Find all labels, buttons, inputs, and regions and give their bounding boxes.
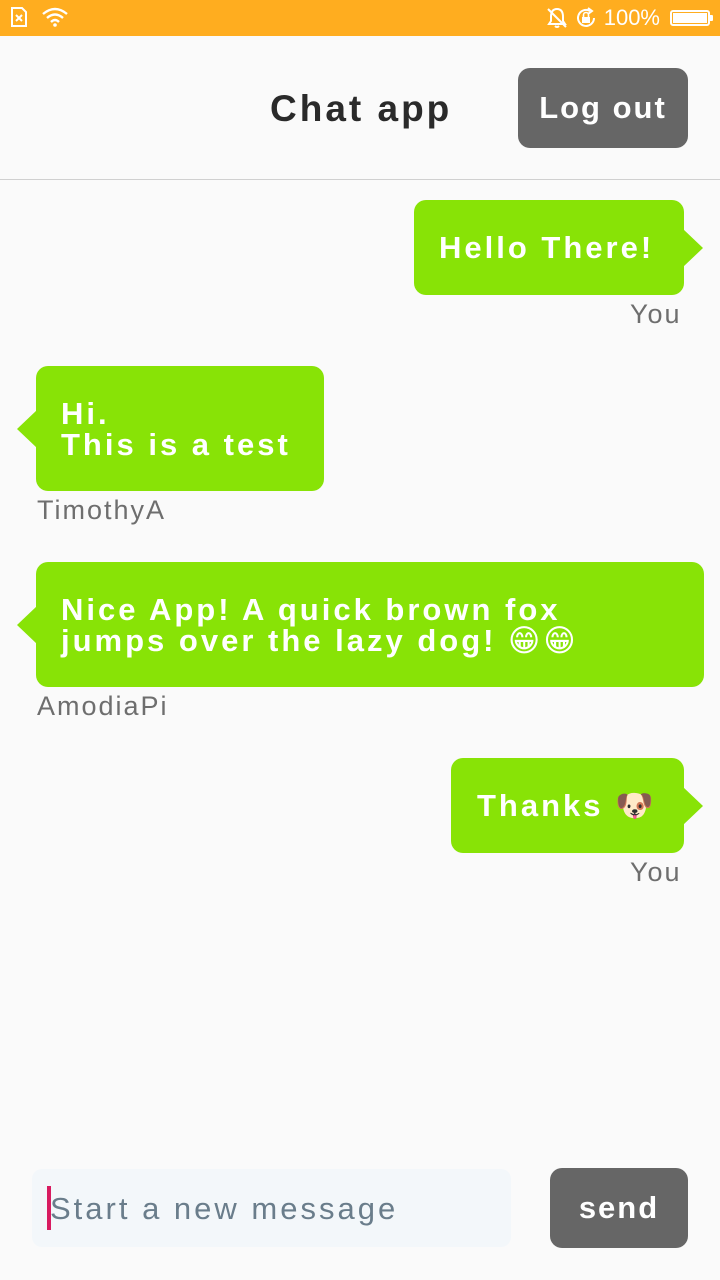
message-input[interactable]: Start a new message: [32, 1169, 511, 1247]
battery-percentage: 100%: [603, 5, 660, 30]
status-bar: 100%: [0, 0, 720, 36]
message-bubble-received: Hi. This is a test: [17, 366, 324, 491]
message-sender: You: [630, 857, 682, 887]
message-sender: You: [630, 299, 682, 329]
rotation-lock-icon: [574, 6, 598, 30]
send-button[interactable]: send: [550, 1168, 688, 1248]
message-text: Nice App! A quick brown fox: [61, 592, 561, 627]
no-sim-icon: [10, 7, 28, 27]
message-text: jumps over the lazy dog! 😁😁: [61, 623, 579, 658]
logout-button[interactable]: Log out: [518, 68, 688, 148]
message-bubble-received: Nice App! A quick brown fox jumps over t…: [17, 562, 704, 687]
message-sender: AmodiaPi: [37, 691, 169, 721]
message-text: This is a test: [61, 427, 291, 462]
message-text: Hi.: [61, 396, 110, 431]
battery-icon: [670, 10, 713, 26]
message-text: Hello There!: [439, 230, 655, 265]
wifi-icon: [42, 7, 68, 27]
app-header: Chat app Log out: [0, 36, 720, 180]
message-bubble-sent: Hello There!: [414, 200, 703, 295]
message-sender: TimothyA: [37, 495, 167, 525]
message-bubble-sent: Thanks 🐶: [451, 758, 703, 853]
message-input-placeholder: Start a new message: [50, 1191, 399, 1226]
page-title: Chat app: [270, 88, 453, 129]
message-text: Thanks 🐶: [477, 788, 657, 823]
mute-bell-icon: [546, 7, 568, 29]
